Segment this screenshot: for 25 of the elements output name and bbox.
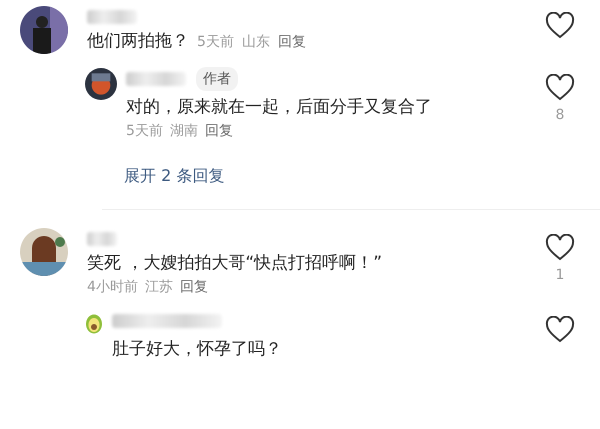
like-count: 1 bbox=[556, 267, 564, 283]
reply-link[interactable]: 回复 bbox=[278, 33, 306, 51]
heart-icon[interactable] bbox=[545, 316, 575, 343]
comment-text: 笑死 ，大嫂拍拍大哥“快点打招呼啊！” bbox=[87, 252, 384, 275]
comment-text: 他们两拍拖？ bbox=[87, 30, 189, 53]
like-count: 8 bbox=[556, 107, 564, 123]
reply-text: 对的，原来就在一起，后面分手又复合了 bbox=[126, 96, 433, 119]
reply-location: 湖南 bbox=[170, 122, 198, 140]
blurred-name bbox=[126, 72, 186, 86]
avocado-icon bbox=[85, 312, 103, 334]
comment-time: 4小时前 bbox=[87, 278, 138, 296]
blurred-name bbox=[87, 10, 137, 24]
author-badge: 作者 bbox=[196, 67, 238, 91]
comment-time: 5天前 bbox=[197, 33, 234, 51]
heart-icon[interactable] bbox=[545, 12, 575, 39]
reply-link[interactable]: 回复 bbox=[204, 122, 233, 140]
reply-time: 5天前 bbox=[126, 122, 163, 140]
blurred-name bbox=[87, 232, 117, 246]
expand-replies-link[interactable]: 展开 2 条回复 bbox=[124, 166, 224, 187]
comment-location: 山东 bbox=[242, 33, 270, 51]
reply-link[interactable]: 回复 bbox=[180, 278, 208, 296]
heart-icon[interactable] bbox=[545, 74, 575, 101]
heart-icon[interactable] bbox=[545, 234, 575, 261]
comment-location: 江苏 bbox=[144, 278, 173, 296]
reply-text: 肚子好大，怀孕了吗？ bbox=[112, 338, 283, 361]
